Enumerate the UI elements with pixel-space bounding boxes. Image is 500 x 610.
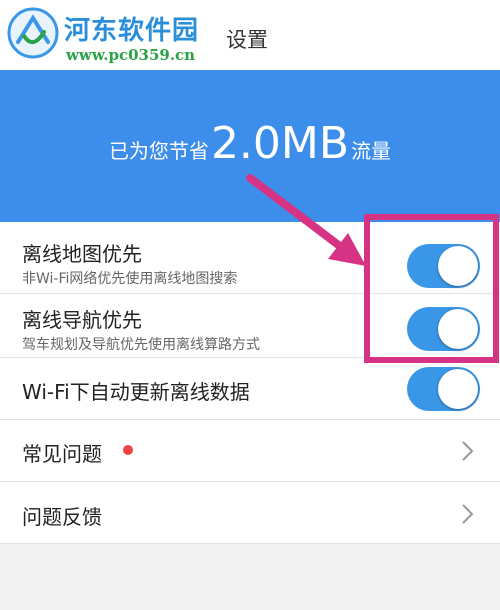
wifi-auto-update-toggle[interactable] [407, 367, 480, 411]
chevron-right-icon [462, 441, 474, 461]
toggle-knob [438, 369, 478, 409]
setting-offline-nav: 离线导航优先 驾车规划及导航优先使用离线算路方式 [0, 294, 500, 358]
offline-map-toggle[interactable] [407, 244, 480, 288]
setting-subtitle: 驾车规划及导航优先使用离线算路方式 [22, 337, 260, 353]
savings-prefix: 已为您节省 [108, 139, 209, 163]
faq-label: 常见问题 [22, 442, 102, 466]
offline-nav-toggle[interactable] [407, 307, 480, 351]
savings-text: 已为您节省2.0MB 流量 [0, 118, 500, 169]
chevron-right-icon [462, 504, 474, 524]
setting-title: 离线地图优先 [22, 242, 142, 266]
setting-title: Wi-Fi下自动更新离线数据 [22, 380, 250, 404]
feedback-row[interactable]: 问题反馈 [0, 482, 500, 544]
page-title: 设置 [226, 28, 268, 52]
unread-dot [123, 445, 133, 455]
toggle-knob [438, 309, 478, 349]
savings-amount: 2.0MB [210, 118, 350, 169]
app-header: 河东软件园 www.pc0359.cn 设置 [0, 0, 500, 70]
watermark-url: www.pc0359.cn [66, 46, 196, 64]
watermark-title: 河东软件园 [64, 16, 200, 46]
toggle-knob [438, 246, 478, 286]
setting-wifi-auto-update: Wi-Fi下自动更新离线数据 [0, 358, 500, 420]
setting-offline-map: 离线地图优先 非Wi-Fi网络优先使用离线地图搜索 [0, 222, 500, 294]
feedback-label: 问题反馈 [22, 505, 102, 529]
savings-suffix: 流量 [351, 139, 392, 163]
faq-row[interactable]: 常见问题 [0, 420, 500, 482]
settings-list: 离线地图优先 非Wi-Fi网络优先使用离线地图搜索 离线导航优先 驾车规划及导航… [0, 222, 500, 544]
setting-title: 离线导航优先 [22, 308, 142, 332]
setting-subtitle: 非Wi-Fi网络优先使用离线地图搜索 [22, 271, 238, 287]
watermark-logo [7, 7, 59, 59]
